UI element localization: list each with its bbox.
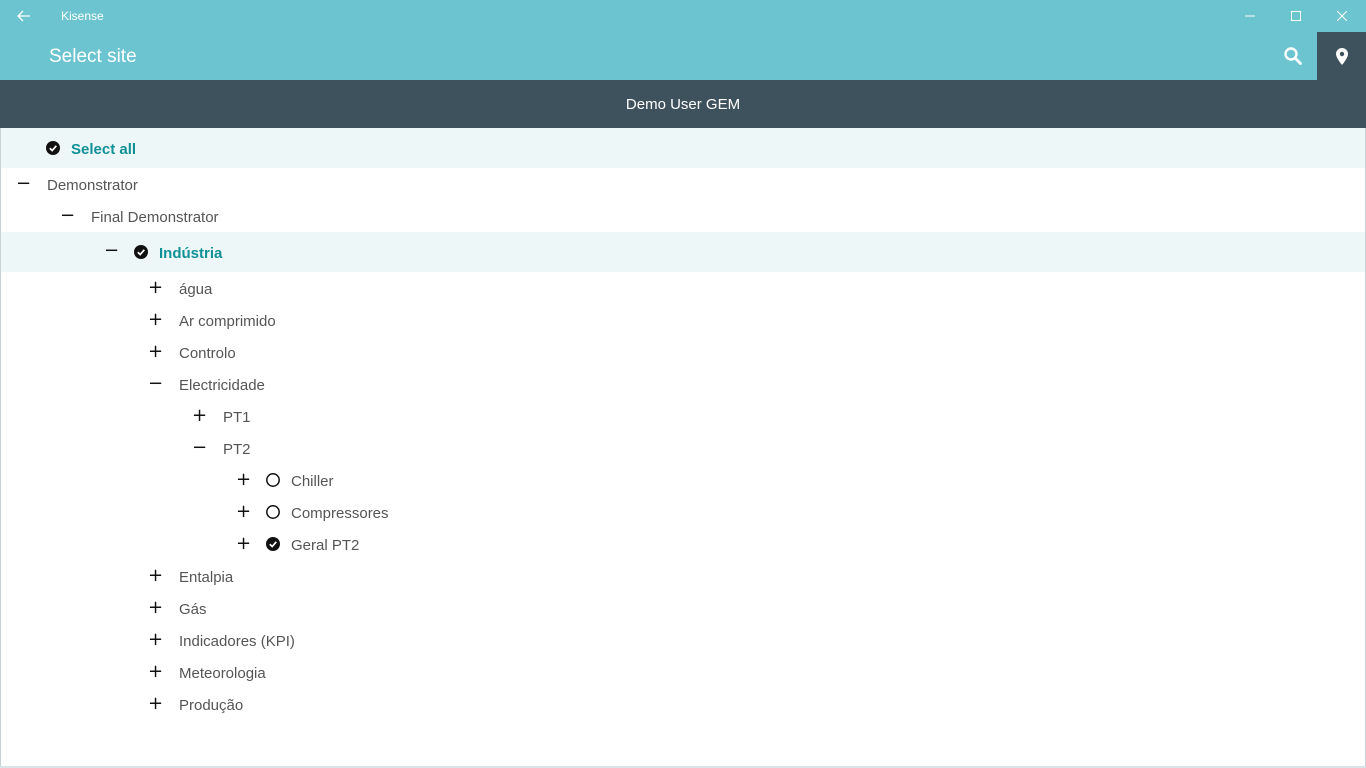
tree-node-label: Chiller bbox=[291, 473, 334, 490]
tree-node[interactable]: + Chiller bbox=[0, 466, 1366, 498]
search-button[interactable] bbox=[1270, 32, 1316, 80]
tree-node-label: Ar comprimido bbox=[179, 313, 276, 330]
select-all-row[interactable]: Select all bbox=[0, 128, 1366, 168]
map-pin-icon bbox=[1335, 47, 1348, 65]
tree-node[interactable]: + Meteorologia bbox=[0, 658, 1366, 690]
tree-node-label: Entalpia bbox=[179, 569, 234, 586]
collapse-icon[interactable]: − bbox=[192, 439, 207, 457]
select-all-label: Select all bbox=[71, 141, 137, 158]
arrow-left-icon bbox=[17, 10, 30, 22]
close-button[interactable] bbox=[1319, 0, 1365, 32]
tree-node[interactable]: + Entalpia bbox=[0, 562, 1366, 594]
tree-node[interactable]: + Controlo bbox=[0, 338, 1366, 370]
tree-node-label: Electricidade bbox=[179, 377, 265, 394]
tree-node[interactable]: + Compressores bbox=[0, 498, 1366, 530]
collapse-icon[interactable]: − bbox=[148, 375, 163, 393]
tree-node-label: Indústria bbox=[159, 245, 223, 262]
minimize-button[interactable] bbox=[1227, 0, 1273, 32]
tree-node-label: Final Demonstrator bbox=[91, 209, 219, 226]
checked-circle-icon[interactable] bbox=[134, 245, 148, 259]
tree-node-label: Indicadores (KPI) bbox=[179, 633, 295, 650]
tree-node-label: água bbox=[179, 281, 213, 298]
tree-node-label: Compressores bbox=[291, 505, 389, 522]
tree-node[interactable]: + Geral PT2 bbox=[0, 530, 1366, 562]
tree-node[interactable]: − Demonstrator bbox=[0, 170, 1366, 202]
tree-node[interactable]: − PT2 bbox=[0, 434, 1366, 466]
page-title: Select site bbox=[49, 46, 137, 67]
tree-node-label: PT2 bbox=[223, 441, 251, 458]
unchecked-circle-icon[interactable] bbox=[266, 473, 280, 487]
tree-node[interactable]: + água bbox=[0, 274, 1366, 306]
tree-node[interactable]: − Electricidade bbox=[0, 370, 1366, 402]
expand-icon[interactable]: + bbox=[148, 279, 163, 297]
tree-node[interactable]: − Final Demonstrator bbox=[0, 202, 1366, 234]
collapse-icon[interactable]: − bbox=[60, 207, 75, 225]
expand-icon[interactable]: + bbox=[148, 567, 163, 585]
maximize-icon bbox=[1291, 11, 1301, 21]
tree-node-label: Produção bbox=[179, 697, 244, 714]
title-bar: Kisense bbox=[0, 0, 1366, 32]
app-title: Kisense bbox=[61, 9, 104, 23]
maximize-button[interactable] bbox=[1273, 0, 1319, 32]
collapse-icon[interactable]: − bbox=[104, 242, 119, 260]
tree-node[interactable]: + PT1 bbox=[0, 402, 1366, 434]
tree-node[interactable]: + Ar comprimido bbox=[0, 306, 1366, 338]
tree-node-label: Controlo bbox=[179, 345, 236, 362]
expand-icon[interactable]: + bbox=[148, 599, 163, 617]
tree-node-label: Gás bbox=[179, 601, 207, 618]
window-border-left bbox=[0, 128, 1, 768]
checked-circle-icon[interactable] bbox=[266, 537, 280, 551]
page-header: Select site bbox=[0, 32, 1366, 80]
tree-node-label: Geral PT2 bbox=[291, 537, 360, 554]
tree-node-selected[interactable]: − Indústria bbox=[0, 232, 1366, 272]
collapse-icon[interactable]: − bbox=[16, 175, 31, 193]
back-button[interactable] bbox=[8, 0, 40, 32]
unchecked-circle-icon[interactable] bbox=[266, 505, 280, 519]
close-icon bbox=[1337, 11, 1347, 21]
expand-icon[interactable]: + bbox=[148, 343, 163, 361]
tree-node-label: Meteorologia bbox=[179, 665, 266, 682]
tree-node[interactable]: + Produção bbox=[0, 690, 1366, 722]
expand-icon[interactable]: + bbox=[236, 535, 251, 553]
location-button[interactable] bbox=[1317, 32, 1366, 80]
tree-node-label: Demonstrator bbox=[47, 177, 138, 194]
expand-icon[interactable]: + bbox=[148, 663, 163, 681]
tree-node[interactable]: + Indicadores (KPI) bbox=[0, 626, 1366, 658]
search-icon bbox=[1284, 47, 1302, 65]
tree-node[interactable]: + Gás bbox=[0, 594, 1366, 626]
user-name: Demo User GEM bbox=[625, 95, 741, 113]
expand-icon[interactable]: + bbox=[148, 311, 163, 329]
user-bar: Demo User GEM bbox=[0, 80, 1366, 128]
expand-icon[interactable]: + bbox=[236, 503, 251, 521]
checked-circle-icon[interactable] bbox=[46, 141, 60, 155]
minimize-icon bbox=[1245, 15, 1255, 17]
expand-icon[interactable]: + bbox=[236, 471, 251, 489]
tree-node-label: PT1 bbox=[223, 409, 251, 426]
expand-icon[interactable]: + bbox=[192, 407, 207, 425]
expand-icon[interactable]: + bbox=[148, 631, 163, 649]
expand-icon[interactable]: + bbox=[148, 695, 163, 713]
